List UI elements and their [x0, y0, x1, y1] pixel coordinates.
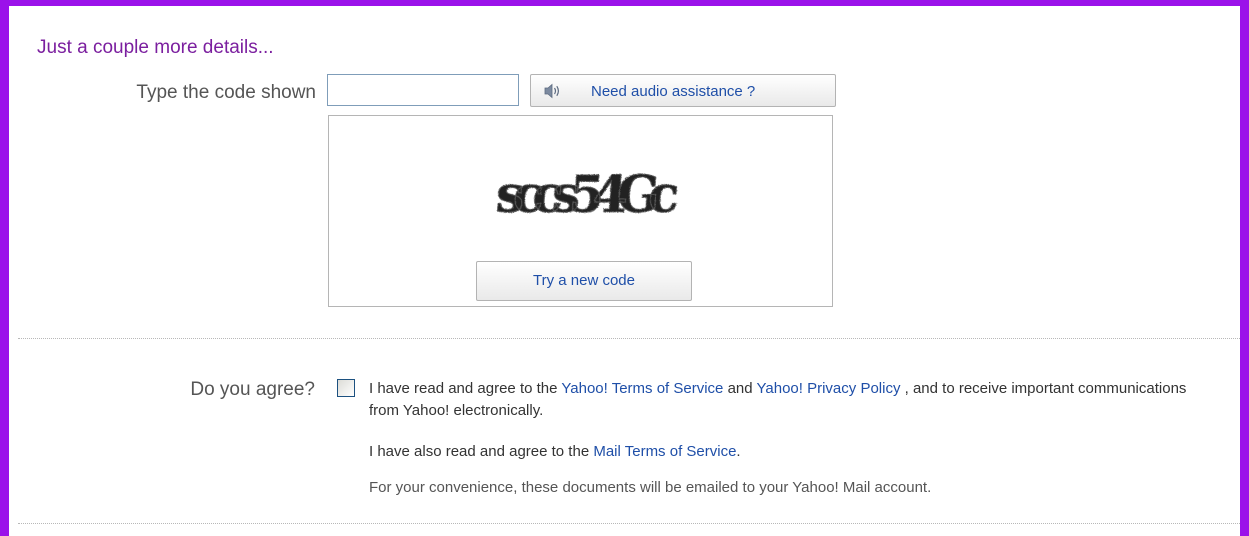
agree-label: Do you agree?: [190, 379, 315, 400]
agree-checkbox[interactable]: [337, 379, 355, 397]
agreement-text: I have read and agree to the Yahoo! Term…: [369, 378, 1199, 422]
try-new-code-button[interactable]: Try a new code: [476, 261, 692, 301]
section-heading: Just a couple more details...: [37, 37, 274, 58]
signup-frame: Just a couple more details... Type the c…: [0, 0, 1249, 536]
captcha-image: sccs54Gc: [494, 165, 680, 225]
audio-assistance-button[interactable]: Need audio assistance ?: [530, 74, 836, 107]
mail-terms-text: I have also read and agree to the Mail T…: [369, 443, 741, 460]
yahoo-terms-link[interactable]: Yahoo! Terms of Service: [561, 380, 723, 397]
agreement-text-part: and: [723, 380, 757, 397]
mail-terms-link[interactable]: Mail Terms of Service: [593, 443, 736, 460]
mail-text-part: I have also read and agree to the: [369, 443, 594, 460]
convenience-note: For your convenience, these documents wi…: [369, 479, 932, 496]
captcha-input[interactable]: [327, 74, 519, 106]
speaker-icon: [544, 83, 559, 99]
mail-text-part: .: [736, 443, 741, 460]
section-divider: [18, 338, 1240, 339]
section-divider: [18, 523, 1240, 524]
captcha-text: sccs54Gc: [494, 165, 679, 224]
agreement-text-part: I have read and agree to the: [369, 380, 562, 397]
yahoo-privacy-link[interactable]: Yahoo! Privacy Policy: [757, 380, 901, 397]
captcha-label: Type the code shown: [136, 82, 316, 103]
captcha-panel: sccs54Gc Try a new code: [328, 115, 833, 307]
audio-button-label: Need audio assistance ?: [591, 83, 756, 100]
